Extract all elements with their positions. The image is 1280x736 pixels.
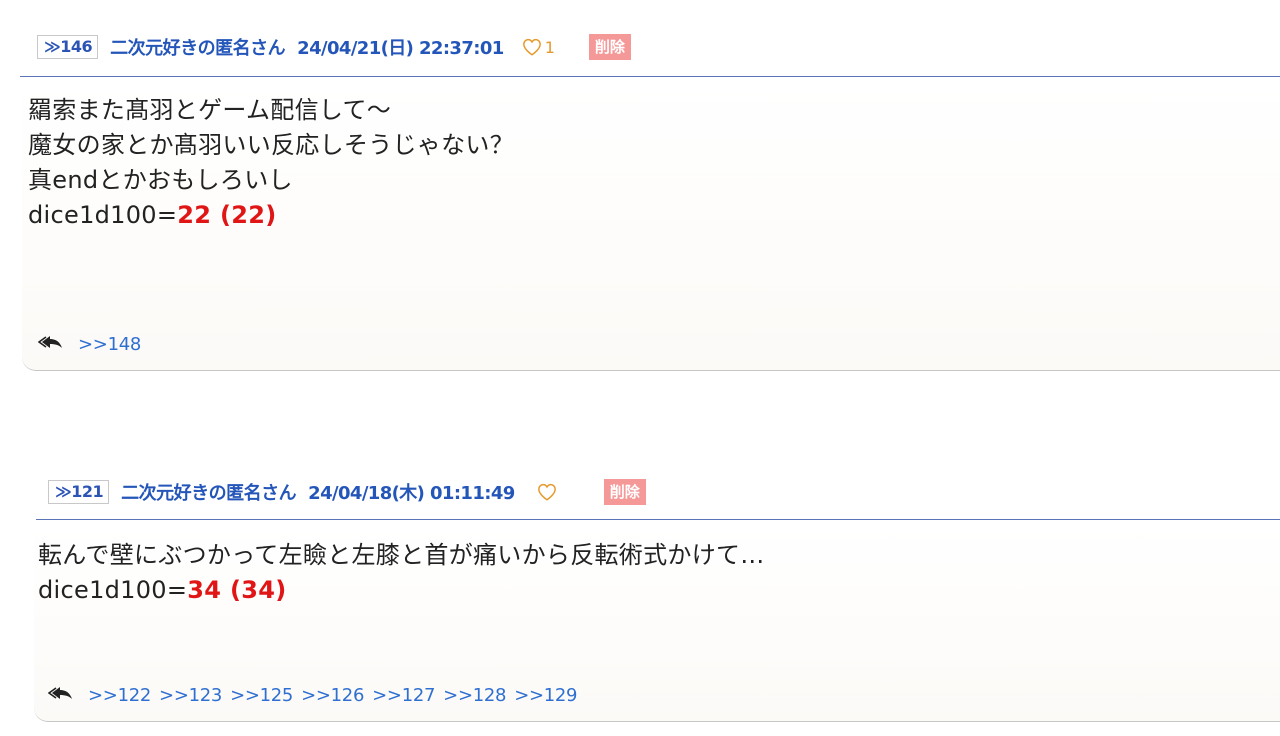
reply-links: >>122 >>123 >>125 >>126 >>127 >>128 >>12… [47, 685, 585, 706]
body-line: 真endとかおもしろいし [28, 166, 293, 194]
res-number-link[interactable]: ≫146 [37, 35, 99, 59]
reply-link[interactable]: >>125 [230, 685, 293, 706]
header-divider [20, 76, 1280, 77]
res-number-link[interactable]: ≫121 [48, 480, 110, 504]
reply-link[interactable]: >>127 [372, 685, 435, 706]
like-button[interactable] [537, 483, 560, 501]
author-name: 二次元好きの匿名さん [121, 483, 297, 504]
body-line: 転んで壁にぶつかって左瞼と左膝と首が痛いから反転術式かけて… [38, 541, 765, 569]
reply-link[interactable]: >>123 [159, 685, 222, 706]
reply-all-icon [37, 334, 64, 355]
header-divider [36, 519, 1280, 520]
dice-label: dice1d100= [38, 576, 188, 604]
post-header: ≫121 二次元好きの匿名さん 24/04/18(木) 01:11:49 削除 [48, 477, 646, 507]
like-count: 1 [544, 37, 555, 57]
body-line: 魔女の家とか髙羽いい反応しそうじゃない？ [28, 131, 514, 159]
dice-line: dice1d100=22 (22) [28, 198, 514, 233]
delete-button[interactable]: 削除 [603, 479, 646, 505]
reply-link[interactable]: >>128 [443, 685, 506, 706]
post-date: 24/04/18(木) 01:11:49 [308, 483, 515, 504]
author-name: 二次元好きの匿名さん [110, 38, 286, 59]
dice-result: 34 (34) [187, 576, 287, 604]
reply-link[interactable]: >>122 [88, 685, 151, 706]
post-header: ≫146 二次元好きの匿名さん 24/04/21(日) 22:37:01 1 削… [37, 32, 631, 62]
dice-result: 22 (22) [177, 201, 277, 229]
post-body: 羂索また髙羽とゲーム配信して〜 魔女の家とか髙羽いい反応しそうじゃない？ 真en… [28, 93, 514, 233]
reply-all-icon [47, 685, 74, 706]
dice-label: dice1d100= [28, 201, 178, 229]
heart-outline-icon [537, 483, 557, 501]
reply-link[interactable]: >>126 [301, 685, 364, 706]
post-body: 転んで壁にぶつかって左瞼と左膝と首が痛いから反転術式かけて… dice1d100… [38, 538, 765, 608]
reply-link[interactable]: >>148 [78, 334, 141, 355]
reply-links: >>148 [37, 334, 149, 355]
like-button[interactable]: 1 [522, 38, 555, 57]
dice-line: dice1d100=34 (34) [38, 573, 765, 608]
reply-link[interactable]: >>129 [514, 685, 577, 706]
delete-button[interactable]: 削除 [588, 34, 631, 60]
body-line: 羂索また髙羽とゲーム配信して〜 [28, 96, 392, 124]
post-date: 24/04/21(日) 22:37:01 [297, 38, 504, 59]
heart-outline-icon [522, 38, 542, 56]
